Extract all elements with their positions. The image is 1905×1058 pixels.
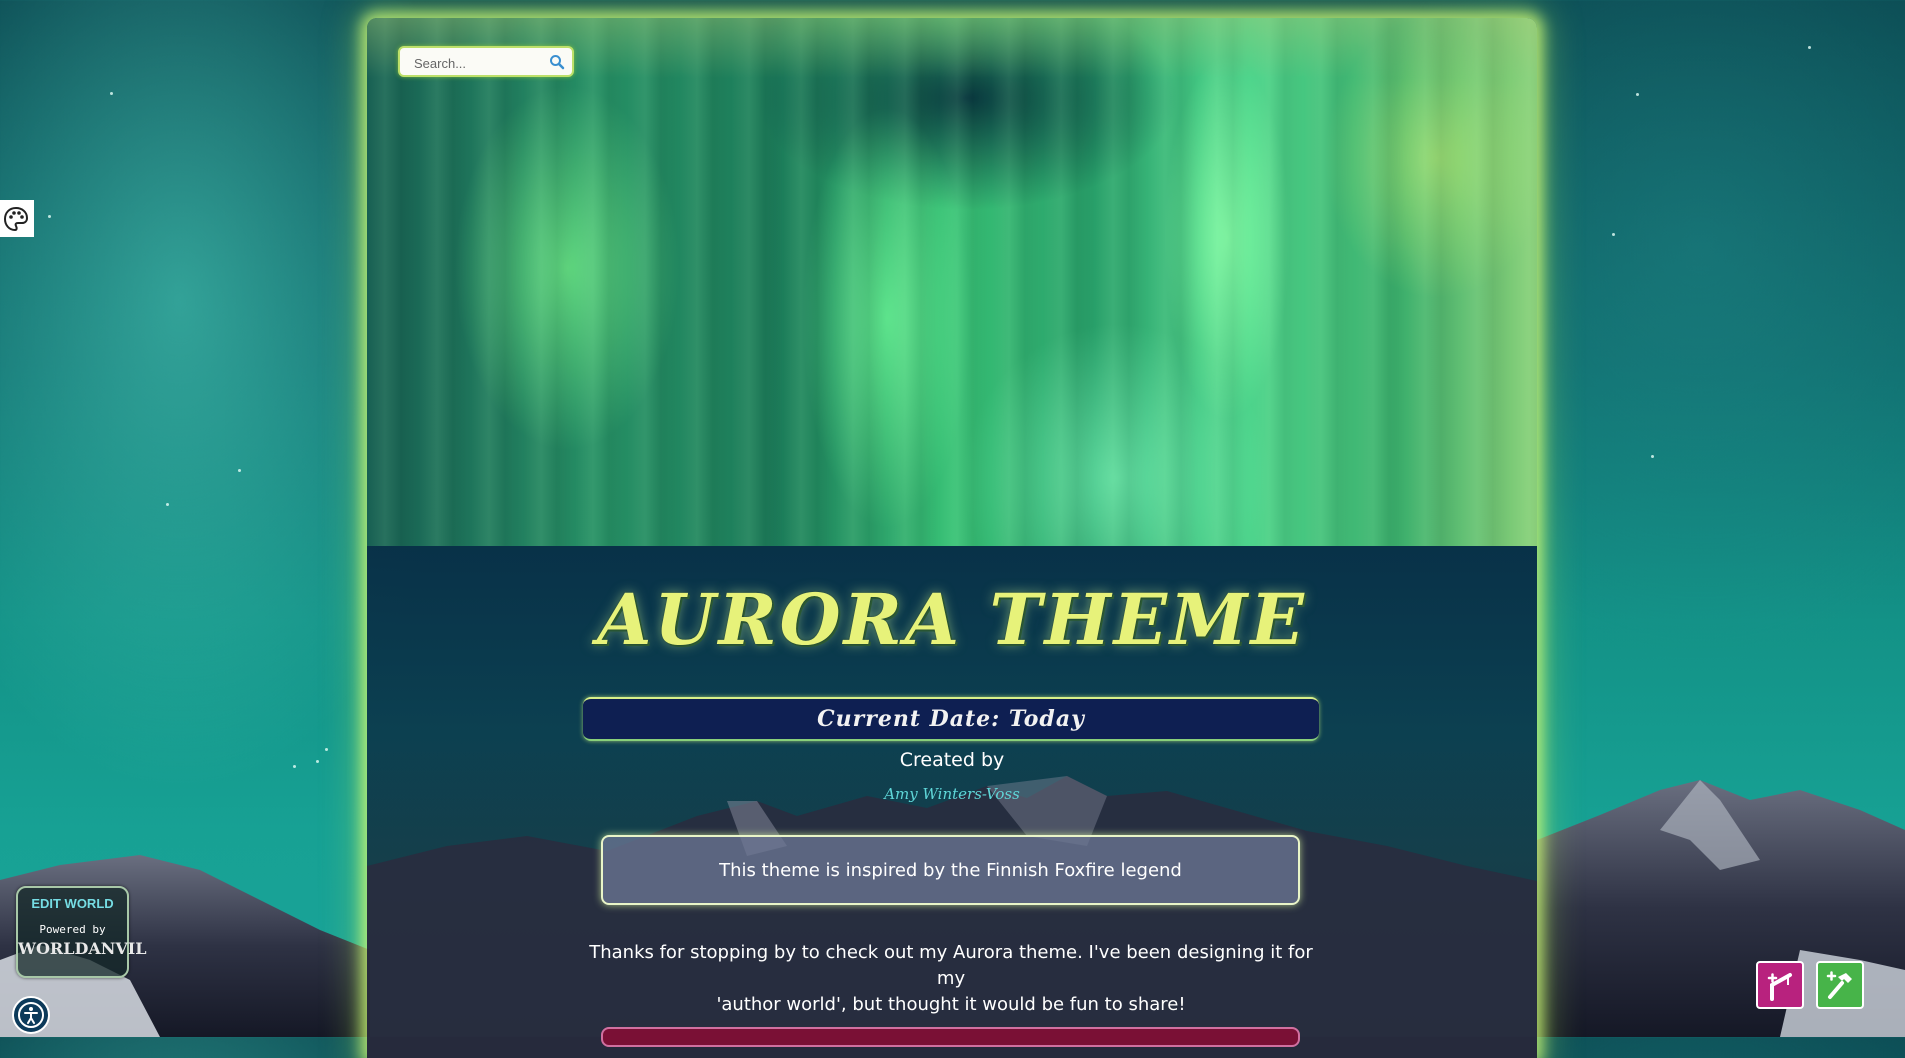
crane-tool-button[interactable] [1756, 961, 1804, 1009]
intro-text: Thanks for stopping by to check out my A… [583, 940, 1319, 1018]
aurora-banner-image [367, 18, 1537, 546]
search-box[interactable] [398, 46, 574, 77]
accessibility-button[interactable] [12, 996, 50, 1034]
hammer-tool-button[interactable] [1816, 961, 1864, 1009]
hammer-icon [1826, 971, 1852, 999]
crane-icon [1767, 973, 1792, 1001]
author-link[interactable]: Amy Winters-Voss [367, 785, 1537, 803]
intro-line-2: 'author world', but thought it would be … [716, 994, 1186, 1015]
edit-world-link[interactable]: EDIT WORLD [18, 896, 127, 911]
powered-by-label: Powered by [39, 923, 106, 936]
worldanvil-logo[interactable]: WORLDANVIL [18, 939, 147, 958]
search-icon[interactable] [548, 53, 566, 71]
current-date-bar: Current Date: Today [583, 697, 1319, 741]
intro-line-1: Thanks for stopping by to check out my A… [589, 942, 1313, 989]
palette-icon [3, 206, 29, 232]
inspiration-quote-box: This theme is inspired by the Finnish Fo… [601, 835, 1300, 905]
search-input[interactable] [412, 55, 546, 72]
page-title: AURORA THEME [597, 578, 1307, 661]
theme-palette-button[interactable] [0, 200, 34, 237]
next-section-block [601, 1027, 1300, 1047]
edit-world-badge[interactable]: EDIT WORLD Powered by WORLDANVIL [16, 886, 147, 978]
accessibility-icon [18, 1002, 44, 1028]
created-by-label: Created by [899, 749, 1005, 771]
